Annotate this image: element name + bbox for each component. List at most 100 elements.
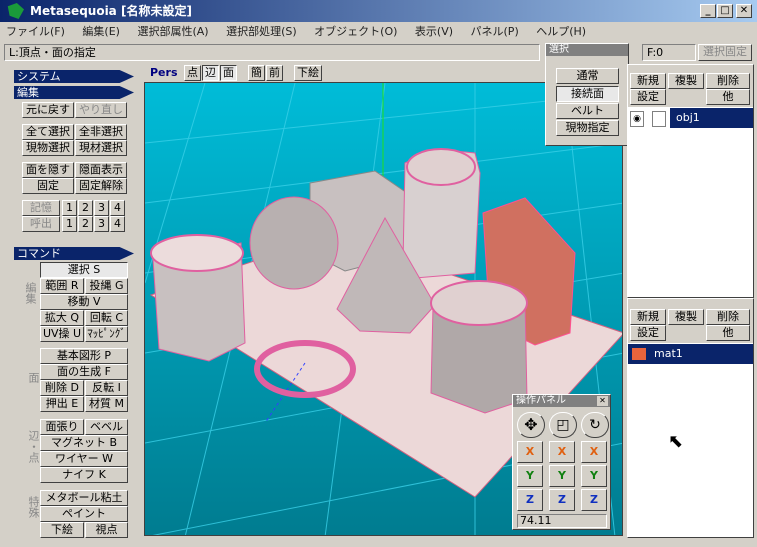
memory-slot-2[interactable]: 2 (78, 200, 93, 216)
menu-selection-attr[interactable]: 選択部属性(A) (137, 25, 208, 38)
x-toggle-scale[interactable]: X (549, 441, 575, 463)
front-toggle[interactable]: 前 (266, 65, 283, 81)
paint-button[interactable]: ペイント (40, 506, 128, 522)
uv-tool-button[interactable]: UV操 U (40, 326, 84, 342)
memory-button[interactable]: 記憶 (22, 200, 60, 216)
select-mode-connected[interactable]: 接続面 (556, 86, 619, 102)
menu-file[interactable]: ファイル(F) (6, 25, 65, 38)
current-object-select-button[interactable]: 現物選択 (22, 140, 74, 156)
basic-shape-button[interactable]: 基本図形 P (40, 348, 128, 364)
menu-edit[interactable]: 編集(E) (82, 25, 120, 38)
rotate-tool-button[interactable]: 回転 C (85, 310, 128, 326)
material-copy-button[interactable]: 複製 (668, 309, 704, 325)
unfix-button[interactable]: 固定解除 (75, 178, 127, 194)
operation-panel-title: 操作パネル (513, 395, 610, 407)
lock-toggle[interactable] (652, 111, 666, 127)
projection-mode[interactable]: Pers (150, 66, 178, 79)
material-other-button[interactable]: 他 (706, 325, 750, 341)
menu-help[interactable]: ヘルプ(H) (536, 25, 586, 38)
object-other-button[interactable]: 他 (706, 89, 750, 105)
z-toggle-move[interactable]: Z (517, 489, 543, 511)
redo-button[interactable]: やり直し (75, 102, 127, 118)
create-face-button[interactable]: 面の生成 F (40, 364, 128, 380)
memory-slot-1[interactable]: 1 (62, 200, 77, 216)
object-copy-button[interactable]: 複製 (668, 73, 704, 89)
underlay-toggle[interactable]: 下絵 (294, 65, 322, 81)
minimize-button[interactable]: _ (700, 4, 716, 18)
material-settings-button[interactable]: 設定 (630, 325, 666, 341)
select-mode-normal[interactable]: 通常 (556, 68, 619, 84)
material-tool-button[interactable]: 材質 M (85, 396, 128, 412)
range-tool-button[interactable]: 範囲 R (40, 278, 84, 294)
move-tool-button[interactable]: 移動 V (40, 294, 128, 310)
recall-slot-2[interactable]: 2 (78, 216, 93, 232)
metaball-button[interactable]: メタボール粘土 (40, 490, 128, 506)
memory-slot-4[interactable]: 4 (110, 200, 125, 216)
show-hidden-button[interactable]: 隠面表示 (75, 162, 127, 178)
recall-slot-3[interactable]: 3 (94, 216, 109, 232)
wire-button[interactable]: ワイヤー W (40, 451, 128, 467)
mapping-tool-button[interactable]: ﾏｯﾋﾟﾝｸﾞ (85, 326, 128, 342)
object-list-item-obj1[interactable]: obj1 (670, 108, 753, 128)
menu-view[interactable]: 表示(V) (415, 25, 453, 38)
vertex-toggle[interactable]: 点 (184, 65, 201, 81)
current-material-select-button[interactable]: 現材選択 (75, 140, 127, 156)
edit-header[interactable]: 編集 (14, 86, 134, 99)
selection-panel-title: 選択 (546, 44, 628, 56)
magnet-button[interactable]: マグネット B (40, 435, 128, 451)
close-icon[interactable]: ✕ (597, 396, 608, 406)
material-new-button[interactable]: 新規 (630, 309, 666, 325)
viewpoint-button[interactable]: 視点 (85, 522, 128, 538)
lasso-tool-button[interactable]: 投縄 G (85, 278, 128, 294)
rotate-handle-icon[interactable]: ↻ (581, 412, 609, 438)
y-toggle-scale[interactable]: Y (549, 465, 575, 487)
knife-button[interactable]: ナイフ K (40, 467, 128, 483)
select-mode-belt[interactable]: ベルト (556, 103, 619, 119)
menu-panel[interactable]: パネル(P) (471, 25, 519, 38)
menu-object[interactable]: オブジェクト(O) (314, 25, 397, 38)
fix-button[interactable]: 固定 (22, 178, 74, 194)
scale-tool-button[interactable]: 拡大 Q (40, 310, 84, 326)
recall-slot-4[interactable]: 4 (110, 216, 125, 232)
command-header[interactable]: コマンド (14, 247, 134, 260)
stretch-face-button[interactable]: 面張り (40, 419, 84, 435)
visibility-eye-icon[interactable]: ◉ (630, 111, 644, 127)
menu-selection-proc[interactable]: 選択部処理(S) (226, 25, 297, 38)
y-toggle-rotate[interactable]: Y (581, 465, 607, 487)
select-tool-button[interactable]: 選択 S (40, 262, 128, 278)
z-toggle-rotate[interactable]: Z (581, 489, 607, 511)
underlay-tool-button[interactable]: 下絵 (40, 522, 84, 538)
face-toggle[interactable]: 面 (220, 65, 237, 81)
group-label-face: 面 (27, 372, 40, 383)
deselect-all-button[interactable]: 全非選択 (75, 124, 127, 140)
select-all-button[interactable]: 全て選択 (22, 124, 74, 140)
edge-toggle[interactable]: 辺 (202, 65, 219, 81)
x-toggle-move[interactable]: X (517, 441, 543, 463)
simple-toggle[interactable]: 簡 (248, 65, 265, 81)
undo-button[interactable]: 元に戻す (22, 102, 74, 118)
scale-handle-icon[interactable]: ◰ (549, 412, 577, 438)
extrude-tool-button[interactable]: 押出 E (40, 396, 84, 412)
z-toggle-scale[interactable]: Z (549, 489, 575, 511)
group-label-edit: 編集 (24, 282, 37, 304)
x-toggle-rotate[interactable]: X (581, 441, 607, 463)
recall-button[interactable]: 呼出 (22, 216, 60, 232)
object-settings-button[interactable]: 設定 (630, 89, 666, 105)
fix-selection-button[interactable]: 選択固定 (698, 44, 752, 61)
close-button[interactable]: ✕ (736, 4, 752, 18)
object-new-button[interactable]: 新規 (630, 73, 666, 89)
move-handle-icon[interactable]: ✥ (517, 412, 545, 438)
material-delete-button[interactable]: 削除 (706, 309, 750, 325)
select-mode-current-object[interactable]: 現物指定 (556, 120, 619, 136)
memory-slot-3[interactable]: 3 (94, 200, 109, 216)
delete-tool-button[interactable]: 削除 D (40, 380, 84, 396)
hide-face-button[interactable]: 面を隠す (22, 162, 74, 178)
maximize-button[interactable]: □ (717, 4, 733, 18)
object-delete-button[interactable]: 削除 (706, 73, 750, 89)
system-header[interactable]: システム (14, 70, 134, 83)
flip-tool-button[interactable]: 反転 I (85, 380, 128, 396)
bevel-button[interactable]: ベベル (85, 419, 128, 435)
material-list-item-mat1[interactable]: mat1 (628, 344, 753, 364)
y-toggle-move[interactable]: Y (517, 465, 543, 487)
recall-slot-1[interactable]: 1 (62, 216, 77, 232)
